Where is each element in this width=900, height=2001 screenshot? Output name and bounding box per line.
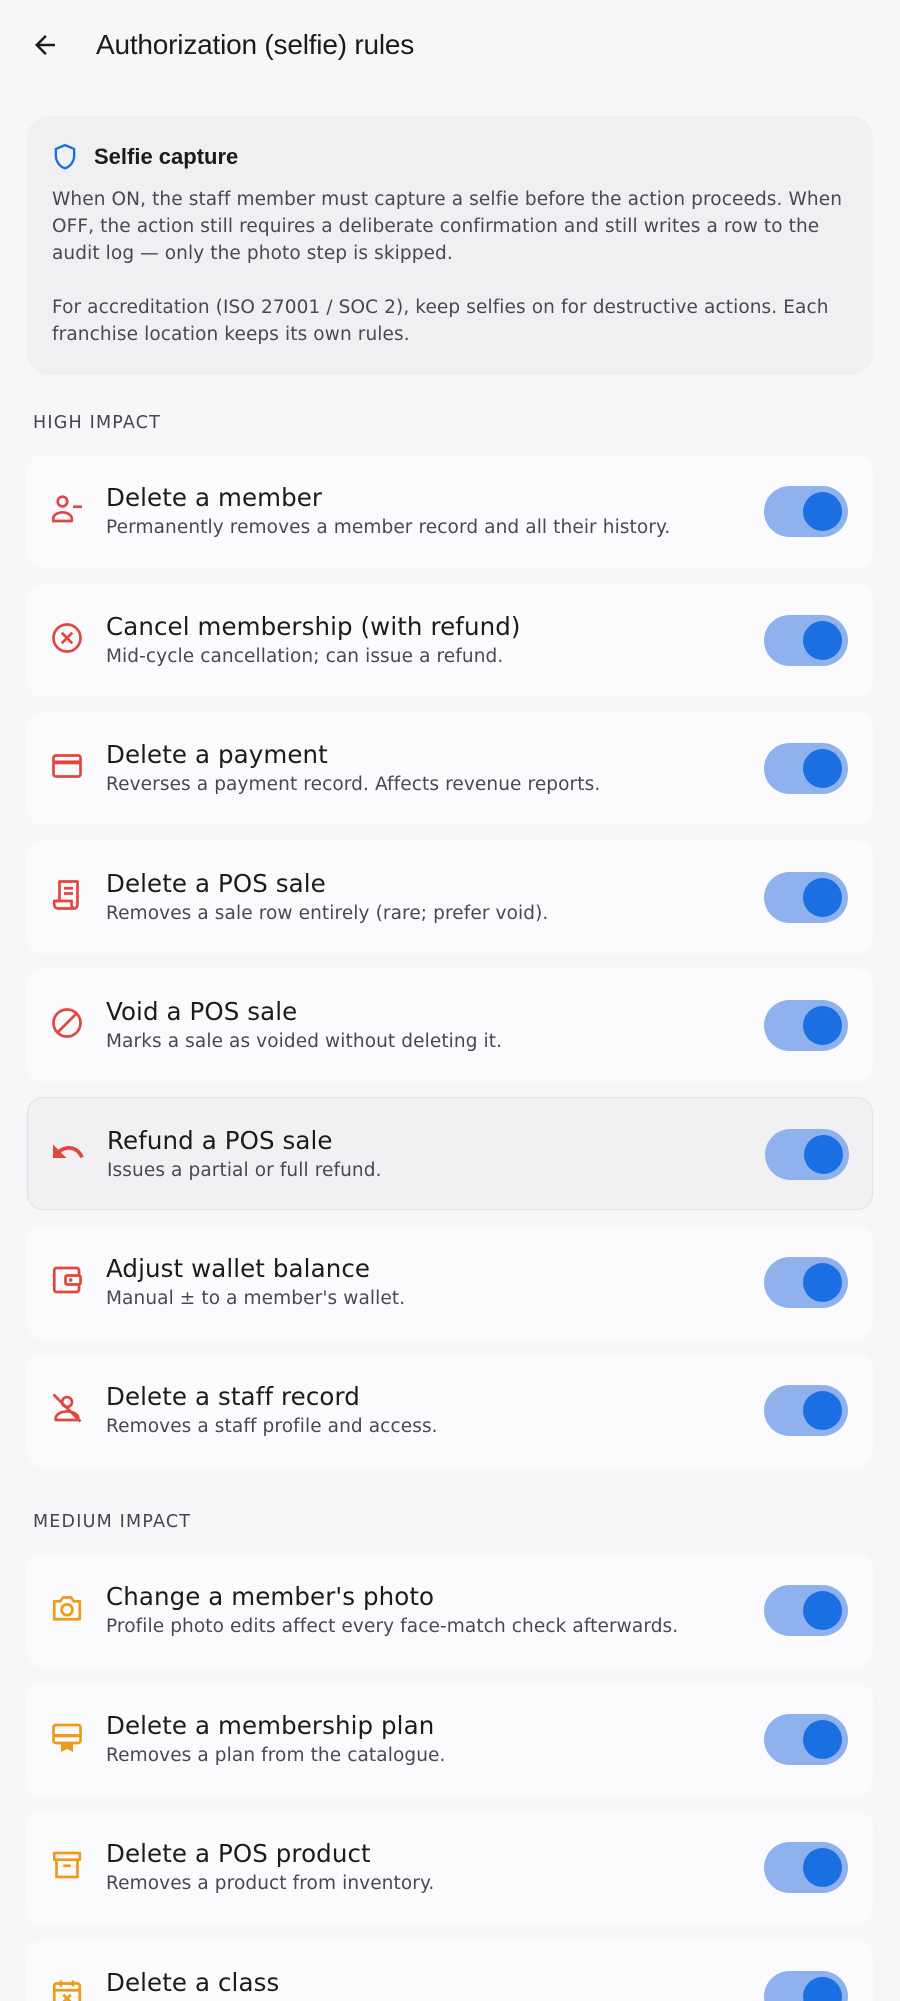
rule-description: Removes a plan from the catalogue.: [106, 1745, 446, 1766]
toggle-thumb: [803, 1720, 842, 1759]
rule-description: Reverses a payment record. Affects reven…: [106, 774, 601, 795]
toggle-cancel-membership[interactable]: [764, 615, 848, 666]
event-busy-icon: [49, 1976, 85, 2001]
rule-card-adjust-wallet: Adjust wallet balance Manual ± to a memb…: [27, 1226, 873, 1339]
rule-card-delete-payment: Delete a payment Reverses a payment reco…: [27, 712, 873, 825]
rule-card-delete-class: Delete a class: [27, 1940, 873, 2001]
toggle-delete-class[interactable]: [764, 1971, 848, 2001]
rule-card-delete-pos-sale: Delete a POS sale Removes a sale row ent…: [27, 841, 873, 954]
rule-description: Permanently removes a member record and …: [106, 517, 671, 538]
rule-card-delete-member: Delete a member Permanently removes a me…: [27, 455, 873, 568]
toggle-thumb: [803, 1848, 842, 1887]
rule-title: Delete a class: [106, 1968, 280, 1997]
block-icon: [49, 1005, 85, 1041]
toggle-refund-pos-sale[interactable]: [765, 1129, 849, 1180]
person-remove-icon: [49, 491, 85, 527]
rule-title: Cancel membership (with refund): [106, 612, 521, 641]
rule-title: Adjust wallet balance: [106, 1254, 371, 1283]
rule-title: Change a member's photo: [106, 1582, 435, 1611]
toggle-change-member-photo[interactable]: [764, 1585, 848, 1636]
toggle-thumb: [803, 1263, 842, 1302]
credit-card-icon: [49, 748, 85, 784]
rule-card-delete-pos-product: Delete a POS product Removes a product f…: [27, 1811, 873, 1924]
section-label-medium-impact: MEDIUM IMPACT: [33, 1512, 192, 1532]
rule-card-void-pos-sale: Void a POS sale Marks a sale as voided w…: [27, 969, 873, 1082]
app-bar: Authorization (selfie) rules: [0, 0, 900, 90]
arrow-left-icon[interactable]: [28, 28, 62, 62]
cancel-circle-icon: [49, 620, 85, 656]
info-card-paragraph: For accreditation (ISO 27001 / SOC 2), k…: [52, 297, 829, 345]
receipt-icon: [49, 877, 85, 913]
toggle-thumb: [803, 1391, 842, 1430]
info-card-header: Selfie capture: [52, 142, 848, 172]
rule-card-delete-staff: Delete a staff record Removes a staff pr…: [27, 1354, 873, 1467]
toggle-thumb: [803, 878, 842, 917]
toggle-thumb: [803, 1006, 842, 1045]
rule-description: Manual ± to a member's wallet.: [106, 1288, 406, 1309]
toggle-thumb: [803, 621, 842, 660]
wallet-icon: [49, 1262, 85, 1298]
section-label-high-impact: HIGH IMPACT: [33, 413, 162, 433]
info-card-paragraph: When ON, the staff member must capture a…: [52, 189, 843, 264]
page-title: Authorization (selfie) rules: [96, 29, 415, 60]
toggle-adjust-wallet[interactable]: [764, 1257, 848, 1308]
rule-description: Marks a sale as voided without deleting …: [106, 1031, 503, 1052]
toggle-thumb: [803, 749, 842, 788]
toggle-delete-staff[interactable]: [764, 1385, 848, 1436]
toggle-delete-member[interactable]: [764, 486, 848, 537]
rule-description: Removes a staff profile and access.: [106, 1416, 438, 1437]
rule-title: Void a POS sale: [106, 997, 298, 1026]
toggle-thumb: [804, 1135, 843, 1174]
undo-icon: [50, 1134, 86, 1170]
rule-title: Delete a POS product: [106, 1839, 371, 1868]
rule-title: Refund a POS sale: [107, 1126, 333, 1155]
rule-card-delete-membership-plan: Delete a membership plan Removes a plan …: [27, 1683, 873, 1796]
rule-description: Mid-cycle cancellation; can issue a refu…: [106, 646, 504, 667]
toggle-thumb: [803, 1591, 842, 1630]
person-off-icon: [49, 1390, 85, 1426]
card-membership-icon: [49, 1719, 85, 1755]
toggle-thumb: [803, 1977, 842, 2001]
rule-title: Delete a POS sale: [106, 869, 326, 898]
rule-description: Removes a sale row entirely (rare; prefe…: [106, 903, 549, 924]
inventory-box-icon: [49, 1847, 85, 1883]
rule-card-change-member-photo: Change a member's photo Profile photo ed…: [27, 1554, 873, 1667]
rule-description: Removes a product from inventory.: [106, 1873, 435, 1894]
rule-title: Delete a payment: [106, 740, 328, 769]
toggle-delete-pos-product[interactable]: [764, 1842, 848, 1893]
rule-card-refund-pos-sale: Refund a POS sale Issues a partial or fu…: [27, 1097, 873, 1210]
shield-icon: [52, 143, 78, 171]
rule-title: Delete a membership plan: [106, 1711, 435, 1740]
rule-description: Profile photo edits affect every face-ma…: [106, 1616, 679, 1637]
rule-description: Issues a partial or full refund.: [107, 1160, 382, 1181]
rule-title: Delete a staff record: [106, 1382, 360, 1411]
toggle-delete-membership-plan[interactable]: [764, 1714, 848, 1765]
rule-title: Delete a member: [106, 483, 323, 512]
camera-icon: [49, 1590, 85, 1626]
toggle-void-pos-sale[interactable]: [764, 1000, 848, 1051]
selfie-capture-info-card: Selfie capture When ON, the staff member…: [27, 116, 873, 375]
toggle-delete-payment[interactable]: [764, 743, 848, 794]
toggle-delete-pos-sale[interactable]: [764, 872, 848, 923]
rule-card-cancel-membership: Cancel membership (with refund) Mid-cycl…: [27, 584, 873, 697]
info-card-title: Selfie capture: [94, 144, 239, 169]
toggle-thumb: [803, 492, 842, 531]
